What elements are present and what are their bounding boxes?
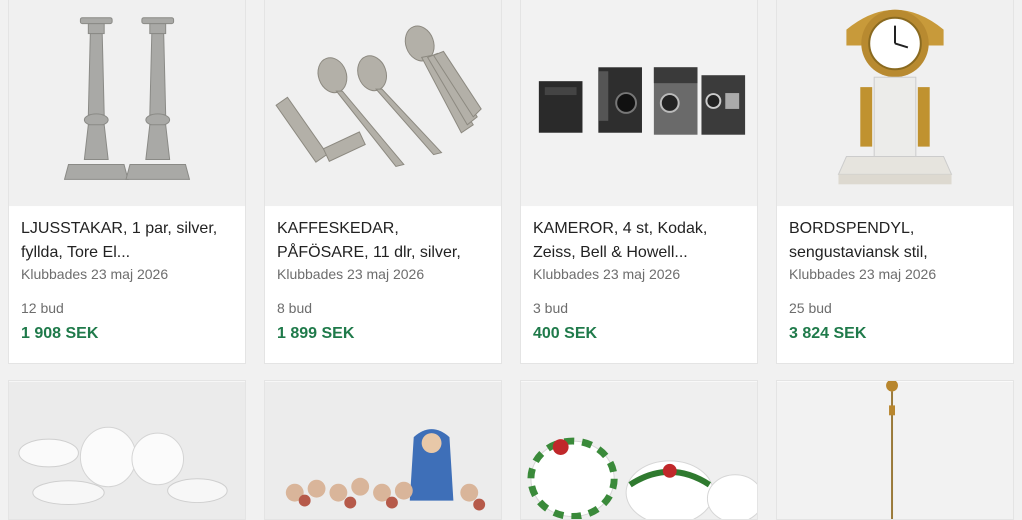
lot-image-christmas-plates[interactable] — [521, 381, 757, 519]
sold-date: Klubbades 23 maj 2026 — [789, 266, 937, 282]
lot-title[interactable]: LJUSSTAKAR, 1 par, silver, fyllda, Tore … — [21, 217, 233, 265]
sold-date: Klubbades 23 maj 2026 — [277, 266, 425, 282]
candlesticks-photo — [9, 0, 245, 207]
lot-title[interactable]: BORDSPENDYL, sengustaviansk stil, — [789, 217, 1001, 265]
hammer-price: 3 824 SEK — [789, 325, 867, 342]
lot-card[interactable] — [264, 380, 502, 520]
lot-title-line2: fyllda, Tore El... — [21, 244, 131, 261]
lot-title-line2: sengustaviansk stil, — [789, 244, 928, 261]
bid-count: 12 bud — [21, 300, 64, 316]
lot-card[interactable]: KAFFESKEDAR, PÅFÖSARE, 11 dlr, silver, K… — [264, 0, 502, 364]
spoons-photo — [265, 0, 501, 207]
lot-title[interactable]: KAMEROR, 4 st, Kodak, Zeiss, Bell & Howe… — [533, 217, 745, 265]
lot-image-candlesticks[interactable] — [9, 0, 245, 207]
bid-count: 8 bud — [277, 300, 313, 316]
lot-image-clock[interactable] — [777, 0, 1013, 207]
plates-photo — [9, 381, 245, 519]
lot-title-line1: KAFFESKEDAR, — [277, 220, 399, 237]
lot-card[interactable] — [776, 380, 1014, 520]
hammer-price: 400 SEK — [533, 325, 598, 342]
sold-date: Klubbades 23 maj 2026 — [21, 266, 169, 282]
lot-card[interactable] — [520, 380, 758, 520]
bid-count: 3 bud — [533, 300, 569, 316]
figurines-photo — [265, 381, 501, 519]
lot-title-line2: Zeiss, Bell & Howell... — [533, 244, 688, 261]
lot-image-plates[interactable] — [9, 381, 245, 519]
clock-photo — [777, 0, 1013, 207]
lot-title-line1: LJUSSTAKAR, 1 par, silver, — [21, 220, 218, 237]
lot-card[interactable] — [8, 380, 246, 520]
hammer-price: 1 899 SEK — [277, 325, 355, 342]
lot-title-line2: PÅFÖSARE, 11 dlr, silver, — [277, 244, 461, 261]
lot-image-cameras[interactable] — [521, 0, 757, 207]
lot-card[interactable]: KAMEROR, 4 st, Kodak, Zeiss, Bell & Howe… — [520, 0, 758, 364]
lot-title[interactable]: KAFFESKEDAR, PÅFÖSARE, 11 dlr, silver, — [277, 217, 489, 265]
sold-date: Klubbades 23 maj 2026 — [533, 266, 681, 282]
ceiling-lamp-photo — [777, 381, 1013, 519]
lot-image-ceiling-lamp[interactable] — [777, 381, 1013, 519]
hammer-price: 1 908 SEK — [21, 325, 99, 342]
lot-title-line1: BORDSPENDYL, — [789, 220, 915, 237]
bid-count: 25 bud — [789, 300, 832, 316]
cameras-photo — [521, 0, 757, 207]
lot-card[interactable]: BORDSPENDYL, sengustaviansk stil, Klubba… — [776, 0, 1014, 364]
christmas-plates-photo — [521, 381, 757, 519]
lot-card[interactable]: LJUSSTAKAR, 1 par, silver, fyllda, Tore … — [8, 0, 246, 364]
lot-image-figurines[interactable] — [265, 381, 501, 519]
lot-image-spoons[interactable] — [265, 0, 501, 207]
lot-title-line1: KAMEROR, 4 st, Kodak, — [533, 220, 708, 237]
